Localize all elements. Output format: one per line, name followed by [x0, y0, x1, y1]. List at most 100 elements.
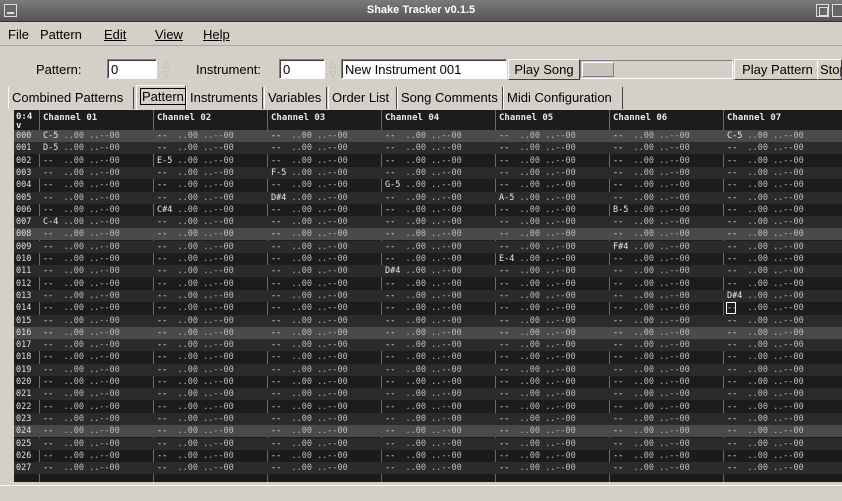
- note-cell[interactable]: -- ..00 ..--00: [613, 351, 690, 363]
- note-cell[interactable]: -- ..00 ..--00: [157, 290, 234, 302]
- note-cell[interactable]: -- ..00 ..--00: [271, 413, 348, 425]
- note-cell[interactable]: D-5 ..00 ..--00: [43, 142, 120, 154]
- note-cell[interactable]: -- ..00 ..--00: [385, 278, 462, 290]
- note-cell[interactable]: C#4 ..00 ..--00: [157, 204, 234, 216]
- tab-order-list[interactable]: Order List: [328, 87, 397, 109]
- spin-up-icon[interactable]: △: [325, 59, 341, 69]
- note-cell[interactable]: -- ..00 ..--00: [43, 425, 120, 437]
- note-cell[interactable]: -- ..00 ..--00: [499, 425, 576, 437]
- note-cell[interactable]: -- ..00 ..--00: [613, 155, 690, 167]
- note-cell[interactable]: -- ..00 ..--00: [613, 327, 690, 339]
- note-cell[interactable]: -- ..00 ..--00: [613, 302, 690, 314]
- pattern-row[interactable]: 016 -- ..00 ..--00 -- ..00 ..--00 -- ..00 .…: [14, 326, 842, 339]
- note-cell[interactable]: -- ..00 ..--00: [499, 462, 576, 474]
- note-cell[interactable]: -- ..00 ..--00: [43, 241, 120, 253]
- note-cell[interactable]: -- ..00 ..--00: [43, 228, 120, 240]
- note-cell[interactable]: -- ..00 ..--00: [385, 327, 462, 339]
- pattern-row[interactable]: 000 C-5 ..00 ..--00 -- ..00 ..--00 -- ..00 …: [14, 130, 842, 142]
- note-cell[interactable]: -- ..00 ..--00: [613, 376, 690, 388]
- pattern-row[interactable]: 022 -- ..00 ..--00 -- ..00 ..--00 -- ..00 .…: [14, 401, 842, 413]
- note-cell[interactable]: -- ..00 ..--00: [385, 228, 462, 240]
- note-cell[interactable]: -- ..00 ..--00: [385, 401, 462, 413]
- note-cell[interactable]: -- ..00 ..--00: [613, 265, 690, 277]
- pattern-number-input[interactable]: 0: [107, 59, 157, 79]
- maximize-icon[interactable]: [816, 4, 829, 17]
- note-cell[interactable]: -- ..00 ..--00: [727, 364, 804, 376]
- note-cell[interactable]: -- ..00 ..--00: [157, 228, 234, 240]
- play-pattern-button[interactable]: Play Pattern: [734, 59, 821, 80]
- note-cell[interactable]: -- ..00 ..--00: [385, 438, 462, 450]
- channel-header[interactable]: Channel 03: [271, 113, 325, 123]
- note-cell[interactable]: -- ..00 ..--00: [727, 315, 804, 327]
- note-cell[interactable]: -- ..00 ..--00: [499, 167, 576, 179]
- note-cell[interactable]: -- ..00 ..--00: [727, 192, 804, 204]
- note-cell[interactable]: B-5 ..00 ..--00: [613, 204, 690, 216]
- note-cell[interactable]: -- ..00 ..--00: [157, 130, 234, 142]
- pattern-row[interactable]: 013 -- ..00 ..--00 -- ..00 ..--00 -- ..00 .…: [14, 289, 842, 302]
- pattern-row[interactable]: 025 -- ..00 ..--00 -- ..00 ..--00 -- ..00 .…: [14, 437, 842, 450]
- note-cell[interactable]: -- ..00 ..--00: [43, 450, 120, 462]
- note-cell[interactable]: -- ..00 ..--00: [157, 376, 234, 388]
- note-cell[interactable]: -- ..00 ..--00: [613, 413, 690, 425]
- note-cell[interactable]: -- ..00 ..--00: [271, 302, 348, 314]
- note-cell[interactable]: -- ..00 ..--00: [727, 401, 804, 413]
- pattern-row[interactable]: 019 -- ..00 ..--00 -- ..00 ..--00 -- ..00 .…: [14, 363, 842, 376]
- note-cell[interactable]: -- ..00 ..--00: [157, 388, 234, 400]
- note-cell[interactable]: -- ..00 ..--00: [157, 327, 234, 339]
- note-cell[interactable]: -- ..00 ..--00: [385, 351, 462, 363]
- note-cell[interactable]: -- ..00 ..--00: [385, 204, 462, 216]
- close-icon[interactable]: [832, 4, 842, 17]
- note-cell[interactable]: -- ..00 ..--00: [613, 450, 690, 462]
- note-cell[interactable]: -- ..00 ..--00: [43, 401, 120, 413]
- note-cell[interactable]: -- ..00 ..--00: [499, 376, 576, 388]
- note-cell[interactable]: -- ..00 ..--00: [613, 179, 690, 191]
- note-cell[interactable]: -- ..00 ..--00: [157, 241, 234, 253]
- note-cell[interactable]: -- ..00 ..--00: [43, 179, 120, 191]
- note-cell[interactable]: -- ..00 ..--00: [43, 462, 120, 474]
- note-cell[interactable]: C-4 ..00 ..--00: [43, 216, 120, 228]
- note-cell[interactable]: D#4 ..00 ..--00: [271, 192, 348, 204]
- note-cell[interactable]: -- ..00 ..--00: [157, 401, 234, 413]
- note-cell[interactable]: -- ..00 ..--00: [43, 315, 120, 327]
- pattern-row[interactable]: 008 -- ..00 ..--00 -- ..00 ..--00 -- ..00 .…: [14, 228, 842, 241]
- note-cell[interactable]: -- ..00 ..--00: [727, 216, 804, 228]
- note-cell[interactable]: -- ..00 ..--00: [271, 450, 348, 462]
- note-cell[interactable]: -- ..00 ..--00: [727, 388, 804, 400]
- note-cell[interactable]: -- ..00 ..--00: [271, 216, 348, 228]
- pattern-row[interactable]: 001 D-5 ..00 ..--00 -- ..00 ..--00 -- ..00 …: [14, 142, 842, 155]
- channel-header[interactable]: Channel 04: [385, 113, 439, 123]
- note-cell[interactable]: -- ..00 ..--00: [727, 351, 804, 363]
- tab-variables[interactable]: Variables: [264, 87, 327, 109]
- note-cell[interactable]: -- ..00 ..--00: [499, 364, 576, 376]
- note-cell[interactable]: -- ..00 ..--00: [43, 351, 120, 363]
- note-cell[interactable]: -- ..00 ..--00: [385, 425, 462, 437]
- pattern-row[interactable]: 009 -- ..00 ..--00 -- ..00 ..--00 -- ..00 .…: [14, 240, 842, 253]
- pattern-spinner[interactable]: △ ▽: [158, 59, 174, 79]
- note-cell[interactable]: -- ..00 ..--00: [499, 228, 576, 240]
- note-cell[interactable]: -- ..00 ..--00: [727, 265, 804, 277]
- note-cell[interactable]: -- ..00 ..--00: [613, 364, 690, 376]
- note-cell[interactable]: -- ..00 ..--00: [43, 265, 120, 277]
- note-cell[interactable]: -- ..00 ..--00: [727, 204, 804, 216]
- note-cell[interactable]: C-5 ..00 ..--00: [43, 130, 120, 142]
- pattern-row[interactable]: 024 -- ..00 ..--00 -- ..00 ..--00 -- ..00 .…: [14, 425, 842, 438]
- note-cell[interactable]: -- ..00 ..--00: [385, 413, 462, 425]
- spin-down-icon[interactable]: ▽: [158, 69, 174, 79]
- note-cell[interactable]: -- ..00 ..--00: [727, 376, 804, 388]
- channel-header[interactable]: Channel 02: [157, 113, 211, 123]
- note-cell[interactable]: -- ..00 ..--00: [271, 376, 348, 388]
- note-cell[interactable]: -- ..00 ..--00: [157, 253, 234, 265]
- tab-combined-patterns[interactable]: Combined Patterns: [8, 87, 134, 109]
- note-cell[interactable]: -- ..00 ..--00: [271, 290, 348, 302]
- note-cell[interactable]: -- ..00 ..--00: [43, 376, 120, 388]
- note-cell[interactable]: G-5 ..00 ..--00: [385, 179, 462, 191]
- note-cell[interactable]: -- ..00 ..--00: [499, 388, 576, 400]
- pattern-row[interactable]: 026 -- ..00 ..--00 -- ..00 ..--00 -- ..00 .…: [14, 450, 842, 462]
- note-cell[interactable]: -- ..00 ..--00: [43, 253, 120, 265]
- pattern-row[interactable]: 002 -- ..00 ..--00 E-5 ..00 ..--00 -- ..00 …: [14, 155, 842, 167]
- note-cell[interactable]: -- ..00 ..--00: [385, 462, 462, 474]
- note-cell[interactable]: -- ..00 ..--00: [613, 130, 690, 142]
- note-cell[interactable]: -- ..00 ..--00: [43, 327, 120, 339]
- note-cell[interactable]: -- ..00 ..--00: [613, 216, 690, 228]
- pattern-row[interactable]: 010 -- ..00 ..--00 -- ..00 ..--00 -- ..00 .…: [14, 253, 842, 265]
